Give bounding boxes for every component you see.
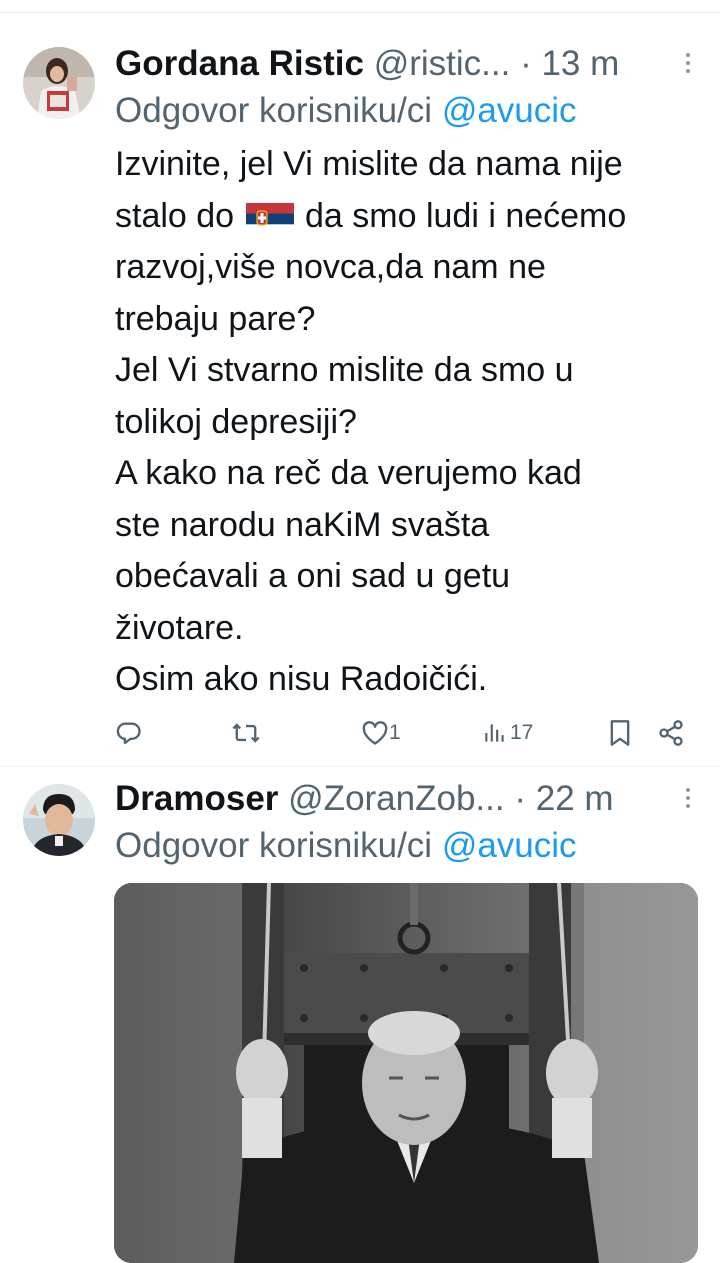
text-line: ste narodu naKiM svašta bbox=[115, 505, 490, 544]
like-count: 1 bbox=[389, 721, 401, 744]
text-line: Osim ako nisu Radoičići. bbox=[115, 660, 488, 698]
mention-link[interactable]: @avucic bbox=[442, 91, 577, 130]
author-name[interactable]: Gordana Ristic bbox=[115, 44, 364, 83]
text-line: razvoj,više novca,da nam ne bbox=[115, 248, 546, 286]
like-button[interactable]: 1 bbox=[361, 713, 401, 753]
timestamp[interactable]: 13 m bbox=[541, 44, 619, 83]
share-button[interactable] bbox=[657, 713, 685, 753]
more-icon[interactable] bbox=[678, 41, 698, 81]
text-segment: stalo do bbox=[115, 196, 235, 235]
more-icon[interactable] bbox=[678, 776, 698, 816]
tweet-divider bbox=[0, 766, 720, 767]
author-handle[interactable]: @ZoranZob... bbox=[288, 779, 504, 818]
author-handle[interactable]: @ristic... bbox=[374, 44, 511, 83]
views-button[interactable]: 17 bbox=[482, 713, 533, 753]
reply-label: Odgovor korisniku/ci bbox=[115, 826, 433, 865]
tweet-header: Dramoser @ZoranZob... · 22 m bbox=[115, 778, 695, 820]
tweet-text: Izvinite, jel Vi mislite da nama nije st… bbox=[115, 139, 700, 706]
text-line: tolikoj depresiji? bbox=[115, 402, 357, 441]
views-count: 17 bbox=[510, 721, 534, 744]
bookmark-button[interactable] bbox=[608, 713, 632, 753]
retweet-button[interactable] bbox=[231, 713, 261, 753]
text-line: trebaju pare? bbox=[115, 299, 316, 338]
action-bar: 1 17 bbox=[115, 713, 705, 753]
separator-dot: · bbox=[514, 779, 526, 818]
top-divider bbox=[0, 12, 720, 13]
reply-icon bbox=[115, 719, 143, 747]
text-line: Izvinite, jel Vi mislite da nama nije bbox=[115, 145, 623, 183]
tweet-header: Gordana Ristic @ristic... · 13 m bbox=[115, 43, 695, 85]
text-segment: da smo ludi i nećemo bbox=[305, 196, 627, 235]
avatar[interactable] bbox=[23, 47, 95, 119]
share-icon bbox=[657, 719, 685, 747]
author-name[interactable]: Dramoser bbox=[115, 779, 278, 818]
bookmark-icon bbox=[608, 719, 632, 747]
text-line: životare. bbox=[115, 608, 244, 647]
timestamp[interactable]: 22 m bbox=[536, 779, 614, 818]
reply-context: Odgovor korisniku/ci @avucic bbox=[115, 824, 577, 868]
views-icon bbox=[482, 720, 508, 746]
text-line: stalo do da smo ludi i nećemo bbox=[115, 191, 700, 243]
reply-label: Odgovor korisniku/ci bbox=[115, 91, 433, 130]
heart-icon bbox=[361, 720, 389, 746]
tweet-media-gif[interactable] bbox=[114, 883, 698, 1263]
mention-link[interactable]: @avucic bbox=[442, 826, 577, 865]
serbia-flag-icon bbox=[245, 199, 294, 231]
reply-button[interactable] bbox=[115, 713, 143, 753]
separator-dot: · bbox=[520, 44, 532, 83]
retweet-icon bbox=[231, 719, 261, 747]
text-line: Jel Vi stvarno mislite da smo u bbox=[115, 351, 574, 389]
text-line: obećavali a oni sad u getu bbox=[115, 557, 511, 595]
reply-context: Odgovor korisniku/ci @avucic bbox=[115, 89, 577, 133]
text-line: A kako na reč da verujemo kad bbox=[115, 454, 582, 492]
avatar[interactable] bbox=[23, 784, 95, 856]
